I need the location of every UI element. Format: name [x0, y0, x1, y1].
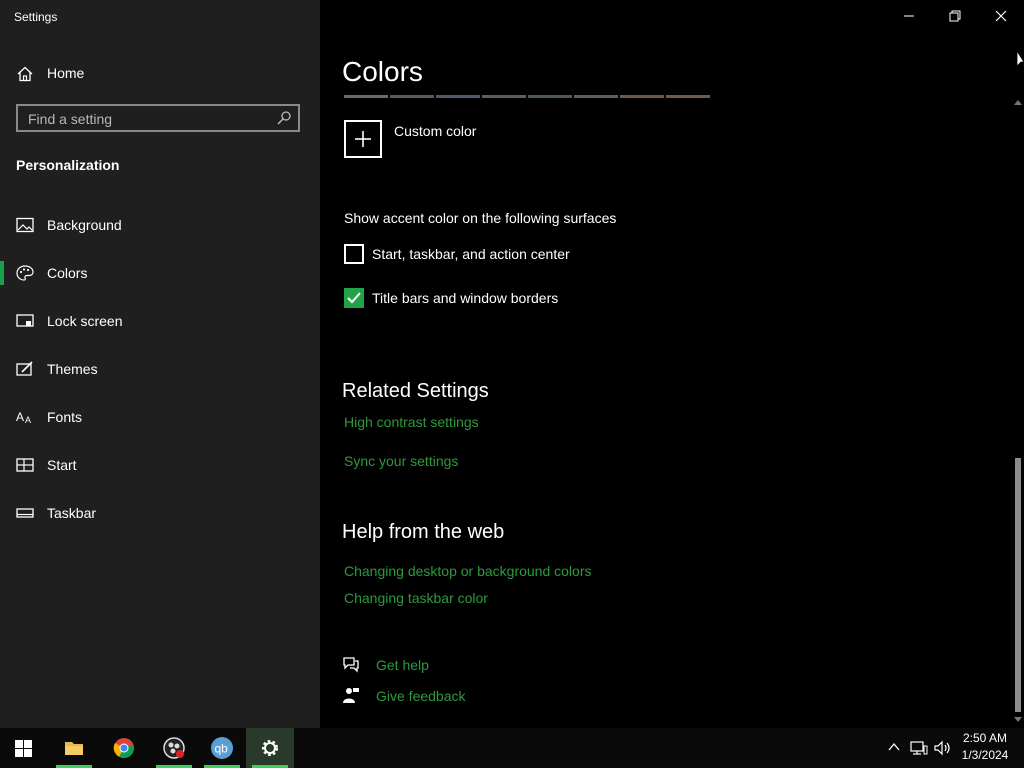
- color-swatch-row: [344, 95, 710, 98]
- checkbox-label[interactable]: Start, taskbar, and action center: [372, 246, 570, 262]
- sidebar-item-start[interactable]: Start: [0, 445, 320, 485]
- sidebar-item-colors[interactable]: Colors: [0, 253, 320, 293]
- taskbar-icon: [16, 508, 34, 518]
- plus-icon: [355, 131, 371, 147]
- scrollbar-thumb[interactable]: [1015, 458, 1021, 712]
- lock-screen-icon: [16, 314, 34, 327]
- color-swatch[interactable]: [574, 95, 618, 98]
- feedback-icon: [343, 688, 359, 703]
- sidebar-item-taskbar[interactable]: Taskbar: [0, 493, 320, 533]
- sidebar-item-label: Home: [47, 65, 85, 81]
- sidebar: Settings Home Personalization Background…: [0, 0, 320, 728]
- minimize-icon: [904, 15, 914, 17]
- color-swatch[interactable]: [390, 95, 434, 98]
- sidebar-item-label: Colors: [47, 265, 88, 281]
- brush-icon: [16, 361, 33, 376]
- sync-settings-link[interactable]: Sync your settings: [344, 453, 458, 469]
- color-swatch[interactable]: [482, 95, 526, 98]
- chevron-up-icon[interactable]: [888, 742, 900, 752]
- checkbox-label[interactable]: Title bars and window borders: [372, 290, 558, 306]
- svg-text:A: A: [25, 415, 31, 425]
- sidebar-item-lock-screen[interactable]: Lock screen: [0, 301, 320, 341]
- obs-studio-button[interactable]: [150, 728, 198, 768]
- obs-icon: [163, 737, 185, 759]
- qbittorrent-button[interactable]: qb: [198, 728, 246, 768]
- home-icon: [17, 66, 33, 82]
- start-taskbar-checkbox[interactable]: [344, 244, 364, 264]
- color-swatch[interactable]: [528, 95, 572, 98]
- scroll-down-arrow-icon[interactable]: [1013, 716, 1023, 724]
- sidebar-item-background[interactable]: Background: [0, 205, 320, 245]
- taskbar: qb: [0, 728, 1024, 768]
- taskbar-color-link[interactable]: Changing taskbar color: [344, 590, 488, 606]
- taskbar-clock[interactable]: 2:50 AM 1/3/2024: [958, 730, 1012, 764]
- close-button[interactable]: [978, 0, 1024, 32]
- sidebar-item-themes[interactable]: Themes: [0, 349, 320, 389]
- volume-icon[interactable]: [934, 740, 952, 756]
- gear-icon: [262, 740, 278, 756]
- custom-color-label[interactable]: Custom color: [394, 123, 476, 139]
- chrome-button[interactable]: [100, 728, 148, 768]
- main-content: Colors Custom color Show accent color on…: [320, 0, 1024, 728]
- sidebar-item-label: Lock screen: [47, 313, 123, 329]
- color-swatch[interactable]: [436, 95, 480, 98]
- give-feedback-link[interactable]: Give feedback: [376, 688, 466, 704]
- clock-time: 2:50 AM: [962, 731, 1008, 745]
- minimize-button[interactable]: [886, 0, 932, 32]
- color-swatch[interactable]: [620, 95, 664, 98]
- section-title: Personalization: [16, 157, 120, 173]
- sidebar-item-label: Taskbar: [47, 505, 97, 521]
- sidebar-item-label: Background: [47, 217, 122, 233]
- settings-button[interactable]: [246, 728, 294, 768]
- page-title: Colors: [342, 56, 423, 87]
- image-icon: [16, 217, 34, 233]
- restore-icon: [949, 10, 961, 22]
- sidebar-item-home[interactable]: Home: [0, 60, 320, 88]
- search-icon[interactable]: [276, 110, 292, 126]
- mouse-cursor-icon: [1016, 50, 1024, 67]
- chat-help-icon: [343, 657, 359, 673]
- color-swatch[interactable]: [666, 95, 710, 98]
- svg-text:qb: qb: [215, 742, 229, 756]
- start-button[interactable]: [0, 728, 48, 768]
- help-web-heading: Help from the web: [342, 521, 505, 543]
- clock-date: 1/3/2024: [961, 748, 1009, 762]
- file-explorer-button[interactable]: [50, 728, 98, 768]
- qbittorrent-icon: qb: [211, 737, 233, 759]
- restore-button[interactable]: [932, 0, 978, 32]
- scroll-up-arrow-icon[interactable]: [1013, 98, 1023, 106]
- sidebar-item-label: Start: [47, 457, 77, 473]
- high-contrast-link[interactable]: High contrast settings: [344, 414, 479, 430]
- custom-color-button[interactable]: [344, 120, 382, 158]
- title-bars-checkbox[interactable]: [344, 288, 364, 308]
- search-box[interactable]: [16, 104, 300, 132]
- color-swatch[interactable]: [344, 95, 388, 98]
- network-icon[interactable]: [910, 740, 928, 756]
- accent-surfaces-heading: Show accent color on the following surfa…: [344, 210, 617, 226]
- related-settings-heading: Related Settings: [342, 380, 489, 402]
- close-icon: [995, 10, 1007, 22]
- app-title: Settings: [14, 10, 58, 24]
- sidebar-item-label: Fonts: [47, 409, 83, 425]
- start-layout-icon: [16, 458, 34, 472]
- desktop-colors-link[interactable]: Changing desktop or background colors: [344, 563, 592, 579]
- get-help-link[interactable]: Get help: [376, 657, 429, 673]
- folder-icon: [65, 742, 83, 755]
- font-icon: A A: [16, 410, 31, 425]
- sidebar-item-fonts[interactable]: A A Fonts: [0, 397, 320, 437]
- palette-icon: [16, 265, 34, 281]
- chrome-icon: [113, 738, 134, 759]
- svg-text:A: A: [16, 410, 24, 424]
- search-input[interactable]: [26, 109, 270, 129]
- sidebar-item-label: Themes: [47, 361, 98, 377]
- windows-logo-icon: [15, 740, 32, 757]
- checkmark-icon: [347, 292, 361, 304]
